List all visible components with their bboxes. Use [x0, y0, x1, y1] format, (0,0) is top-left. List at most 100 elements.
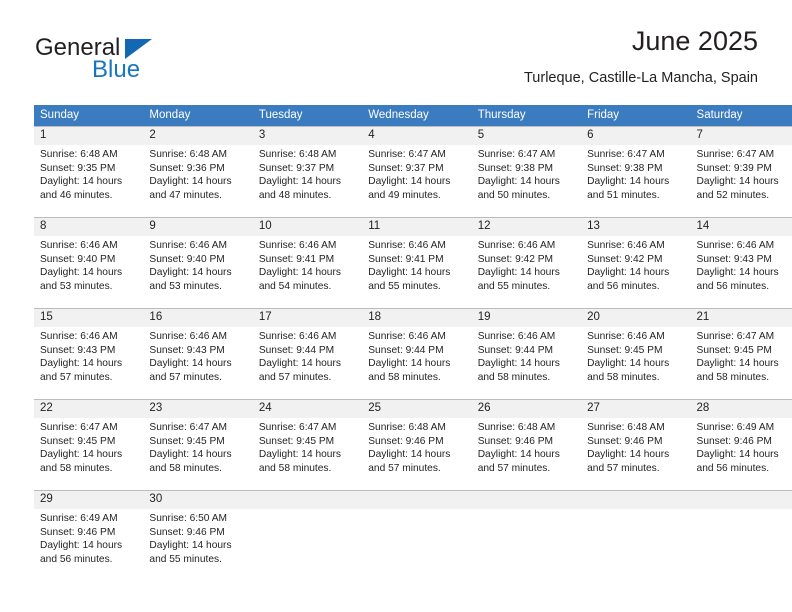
daylight-duration-line2: and 52 minutes. [696, 189, 770, 201]
sunset-time: Sunset: 9:46 PM [40, 526, 116, 538]
sunrise-time: Sunrise: 6:47 AM [696, 149, 775, 160]
daylight-duration-line1: Daylight: 14 hours [368, 449, 451, 461]
daylight-duration-line1: Daylight: 14 hours [149, 176, 232, 188]
calendar-day-cell-empty [471, 490, 582, 581]
calendar-day-cell[interactable]: 30 Sunrise: 6:50 AM Sunset: 9:46 PM Dayligh… [143, 490, 253, 581]
calendar-day-cell[interactable]: 9 Sunrise: 6:46 AM Sunset: 9:40 PM Daylight… [143, 217, 253, 309]
day-number: 12 [471, 218, 582, 236]
sunset-time: Sunset: 9:40 PM [149, 253, 225, 265]
sunset-time: Sunset: 9:46 PM [477, 435, 554, 447]
calendar-day-cell-empty [252, 490, 363, 581]
daylight-duration-line2: and 57 minutes. [587, 462, 660, 474]
daylight-duration-line2: and 58 minutes. [587, 371, 660, 383]
sunrise-time: Sunrise: 6:46 AM [368, 331, 446, 342]
day-details: Sunrise: 6:47 AM Sunset: 9:39 PM Daylight:… [691, 145, 792, 202]
daylight-duration-line2: and 53 minutes. [40, 280, 113, 292]
calendar-day-cell[interactable]: 4 Sunrise: 6:47 AM Sunset: 9:37 PM Daylight… [362, 126, 472, 218]
weekday-header-monday: Monday [143, 105, 253, 127]
calendar-day-cell-empty [690, 490, 792, 581]
calendar-day-cell[interactable]: 11 Sunrise: 6:46 AM Sunset: 9:41 PM Dayligh… [362, 217, 472, 309]
calendar-day-cell[interactable]: 28 Sunrise: 6:49 AM Sunset: 9:46 PM Dayligh… [690, 399, 792, 491]
calendar-day-cell[interactable]: 7 Sunrise: 6:47 AM Sunset: 9:39 PM Daylight… [690, 126, 792, 218]
generalblue-logo[interactable]: General Blue [34, 34, 254, 90]
calendar-day-cell[interactable]: 25 Sunrise: 6:48 AM Sunset: 9:46 PM Dayligh… [362, 399, 472, 491]
day-details: Sunrise: 6:46 AM Sunset: 9:43 PM Daylight:… [34, 327, 143, 384]
calendar-day-cell[interactable]: 6 Sunrise: 6:47 AM Sunset: 9:38 PM Daylight… [581, 126, 691, 218]
calendar-day-cell[interactable]: 26 Sunrise: 6:48 AM Sunset: 9:46 PM Dayligh… [471, 399, 582, 491]
calendar-day-cell[interactable]: 18 Sunrise: 6:46 AM Sunset: 9:44 PM Dayligh… [362, 308, 472, 400]
daylight-duration-line1: Daylight: 14 hours [477, 358, 560, 370]
sunrise-time: Sunrise: 6:47 AM [258, 422, 337, 433]
calendar-day-cell[interactable]: 5 Sunrise: 6:47 AM Sunset: 9:38 PM Daylight… [471, 126, 582, 218]
sunset-time: Sunset: 9:43 PM [149, 344, 225, 356]
sunset-time: Sunset: 9:44 PM [477, 344, 554, 356]
day-number: 11 [362, 218, 472, 236]
daylight-duration-line2: and 58 minutes. [40, 462, 113, 474]
calendar-day-cell[interactable]: 17 Sunrise: 6:46 AM Sunset: 9:44 PM Dayligh… [252, 308, 363, 400]
sunset-time: Sunset: 9:45 PM [149, 435, 225, 447]
calendar-day-cell[interactable]: 29 Sunrise: 6:49 AM Sunset: 9:46 PM Dayligh… [34, 490, 144, 581]
daylight-duration-line1: Daylight: 14 hours [149, 449, 232, 461]
day-number: 22 [34, 400, 144, 418]
calendar-day-cell[interactable]: 10 Sunrise: 6:46 AM Sunset: 9:41 PM Dayligh… [252, 217, 363, 309]
day-details: Sunrise: 6:47 AM Sunset: 9:38 PM Daylight:… [581, 145, 690, 202]
calendar-day-cell[interactable]: 20 Sunrise: 6:46 AM Sunset: 9:45 PM Dayligh… [581, 308, 691, 400]
day-details: Sunrise: 6:49 AM Sunset: 9:46 PM Daylight:… [34, 509, 143, 566]
sunset-time: Sunset: 9:38 PM [587, 162, 663, 174]
sunset-time: Sunset: 9:42 PM [587, 253, 663, 265]
day-details: Sunrise: 6:47 AM Sunset: 9:45 PM Daylight:… [34, 418, 143, 475]
daylight-duration-line1: Daylight: 14 hours [149, 267, 232, 279]
day-number: 5 [471, 127, 582, 145]
calendar-day-cell[interactable]: 22 Sunrise: 6:47 AM Sunset: 9:45 PM Dayligh… [34, 399, 144, 491]
day-details: Sunrise: 6:48 AM Sunset: 9:37 PM Daylight:… [253, 145, 362, 202]
day-number: 30 [143, 491, 253, 509]
daylight-duration-line1: Daylight: 14 hours [587, 267, 670, 279]
daylight-duration-line1: Daylight: 14 hours [587, 449, 670, 461]
calendar-day-cell[interactable]: 13 Sunrise: 6:46 AM Sunset: 9:42 PM Dayligh… [581, 217, 691, 309]
calendar-day-cell[interactable]: 23 Sunrise: 6:47 AM Sunset: 9:45 PM Dayligh… [143, 399, 253, 491]
day-details: Sunrise: 6:46 AM Sunset: 9:43 PM Daylight:… [691, 236, 792, 293]
sunrise-time: Sunrise: 6:46 AM [149, 240, 228, 251]
sunrise-time: Sunrise: 6:46 AM [149, 331, 228, 342]
calendar-day-cell[interactable]: 16 Sunrise: 6:46 AM Sunset: 9:43 PM Dayligh… [143, 308, 253, 400]
day-details: Sunrise: 6:46 AM Sunset: 9:40 PM Daylight:… [34, 236, 143, 293]
day-details: Sunrise: 6:46 AM Sunset: 9:42 PM Daylight:… [581, 236, 690, 293]
day-number: 25 [362, 400, 472, 418]
calendar-day-cell-empty [362, 490, 472, 581]
daylight-duration-line2: and 46 minutes. [40, 189, 113, 201]
calendar-day-cell[interactable]: 14 Sunrise: 6:46 AM Sunset: 9:43 PM Dayligh… [690, 217, 792, 309]
daylight-duration-line1: Daylight: 14 hours [477, 176, 560, 188]
day-number: 18 [362, 309, 472, 327]
daylight-duration-line1: Daylight: 14 hours [40, 540, 123, 552]
weekday-header-tuesday: Tuesday [252, 105, 363, 127]
calendar-day-cell[interactable]: 1 Sunrise: 6:48 AM Sunset: 9:35 PM Daylight… [34, 126, 144, 218]
sunrise-time: Sunrise: 6:47 AM [368, 149, 446, 160]
daylight-duration-line1: Daylight: 14 hours [696, 176, 779, 188]
daylight-duration-line2: and 54 minutes. [258, 280, 332, 292]
sunset-time: Sunset: 9:44 PM [258, 344, 335, 356]
calendar-day-cell[interactable]: 3 Sunrise: 6:48 AM Sunset: 9:37 PM Daylight… [252, 126, 363, 218]
day-number: 4 [362, 127, 472, 145]
calendar-day-cell[interactable]: 15 Sunrise: 6:46 AM Sunset: 9:43 PM Dayligh… [34, 308, 144, 400]
calendar-day-cell[interactable]: 27 Sunrise: 6:48 AM Sunset: 9:46 PM Dayligh… [581, 399, 691, 491]
day-number: 20 [581, 309, 691, 327]
calendar-week-row: 1 Sunrise: 6:48 AM Sunset: 9:35 PM Daylight… [34, 126, 792, 218]
calendar-day-cell[interactable]: 21 Sunrise: 6:47 AM Sunset: 9:45 PM Dayligh… [690, 308, 792, 400]
day-details: Sunrise: 6:46 AM Sunset: 9:41 PM Daylight:… [253, 236, 362, 293]
day-number: 8 [34, 218, 144, 236]
sunset-time: Sunset: 9:46 PM [149, 526, 225, 538]
day-details: Sunrise: 6:46 AM Sunset: 9:44 PM Daylight:… [362, 327, 471, 384]
calendar-day-cell[interactable]: 2 Sunrise: 6:48 AM Sunset: 9:36 PM Daylight… [143, 126, 253, 218]
daylight-duration-line1: Daylight: 14 hours [258, 358, 341, 370]
calendar-day-cell[interactable]: 19 Sunrise: 6:46 AM Sunset: 9:44 PM Dayligh… [471, 308, 582, 400]
sunset-time: Sunset: 9:35 PM [40, 162, 116, 174]
calendar-day-cell[interactable]: 24 Sunrise: 6:47 AM Sunset: 9:45 PM Dayligh… [252, 399, 363, 491]
sunset-time: Sunset: 9:44 PM [368, 344, 444, 356]
sunrise-time: Sunrise: 6:48 AM [258, 149, 337, 160]
calendar-day-cell[interactable]: 8 Sunrise: 6:46 AM Sunset: 9:40 PM Daylight… [34, 217, 144, 309]
sunset-time: Sunset: 9:43 PM [40, 344, 116, 356]
weekday-header-saturday: Saturday [690, 105, 792, 127]
sunset-time: Sunset: 9:45 PM [40, 435, 116, 447]
day-number: 10 [252, 218, 363, 236]
calendar-day-cell[interactable]: 12 Sunrise: 6:46 AM Sunset: 9:42 PM Dayligh… [471, 217, 582, 309]
